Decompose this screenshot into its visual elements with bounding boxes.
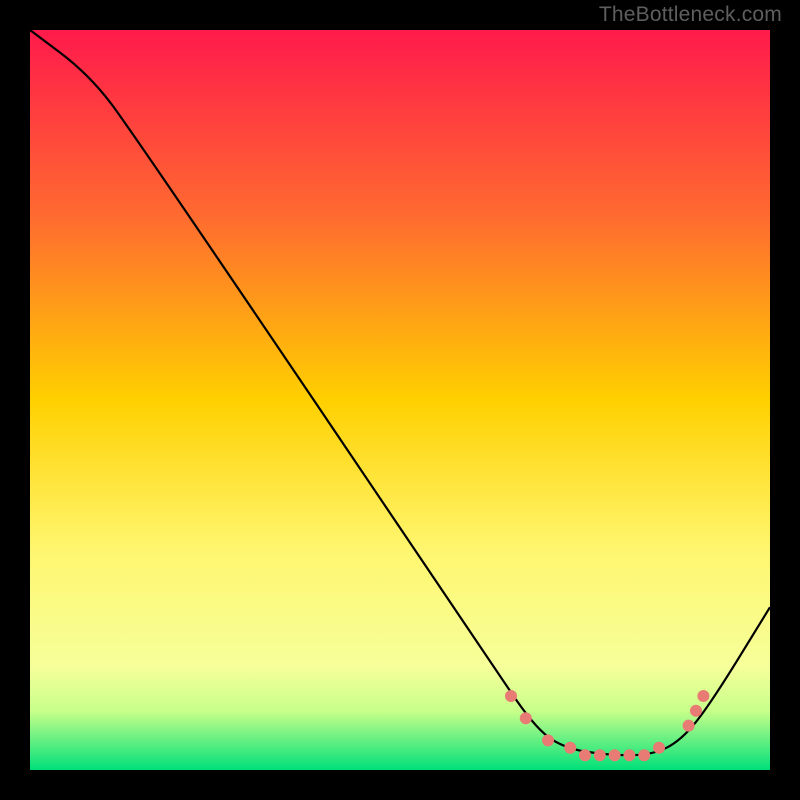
attribution-label: TheBottleneck.com xyxy=(599,3,782,27)
valley-marker xyxy=(520,712,532,724)
valley-marker xyxy=(594,749,606,761)
valley-marker xyxy=(623,749,635,761)
valley-marker xyxy=(564,742,576,754)
valley-marker xyxy=(653,742,665,754)
chart-svg xyxy=(30,30,770,770)
valley-marker xyxy=(505,690,517,702)
plot-area xyxy=(30,30,770,770)
valley-marker xyxy=(638,749,650,761)
chart-frame: TheBottleneck.com xyxy=(0,0,800,800)
gradient-background xyxy=(30,30,770,770)
valley-marker xyxy=(542,734,554,746)
valley-marker xyxy=(579,749,591,761)
valley-marker xyxy=(697,690,709,702)
valley-marker xyxy=(683,720,695,732)
valley-marker xyxy=(690,705,702,717)
valley-marker xyxy=(609,749,621,761)
